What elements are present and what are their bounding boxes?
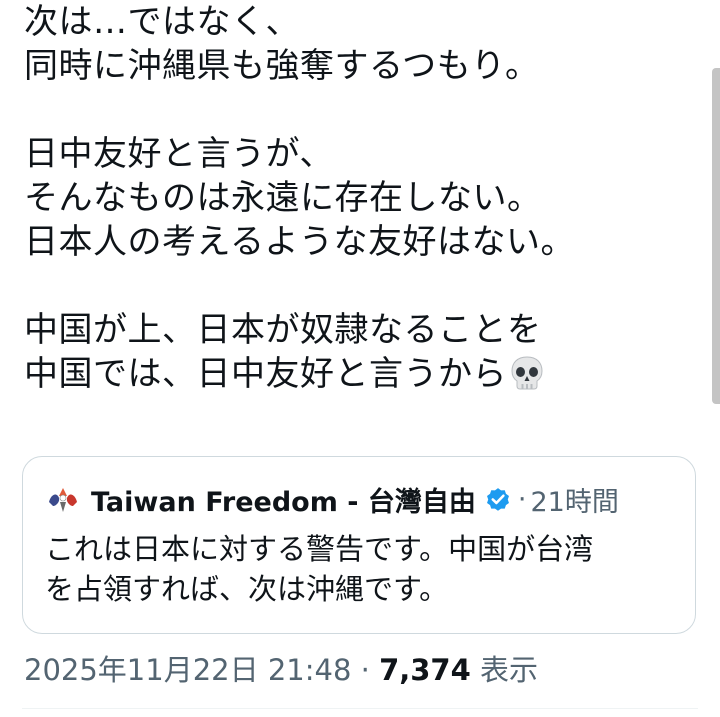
quoted-time-ago[interactable]: 21時間 xyxy=(530,480,618,519)
divider xyxy=(22,708,698,709)
views-label: 表示 xyxy=(480,653,539,687)
taiwan-flag-avatar-icon[interactable] xyxy=(45,484,81,514)
quoted-tweet-header: Taiwan Freedom - 台灣自由 · 21時間 xyxy=(45,479,619,519)
tweet-line: 同時に沖縄県も強奪するつもり。 xyxy=(24,46,540,86)
quoted-tweet-card[interactable]: Taiwan Freedom - 台灣自由 · 21時間 これは日本に対する警告… xyxy=(22,456,696,634)
skull-icon xyxy=(511,356,543,390)
meta-separator: · xyxy=(360,653,370,687)
tweet-text: 次は…ではなく、 同時に沖縄県も強奪するつもり。 日中友好と言うが、 そんなもの… xyxy=(24,0,694,396)
tweet-timestamp[interactable]: 2025年11月22日 21:48 xyxy=(24,653,351,687)
tweet-line: 日中友好と言うが、 xyxy=(24,134,334,174)
tweet-line-text: 中国では、日中友好と言うから xyxy=(24,354,507,394)
scrollbar[interactable] xyxy=(712,68,720,404)
tweet-line: 日本人の考えるような友好はない。 xyxy=(24,222,575,262)
quoted-text-line: これは日本に対する警告です。中国が台湾 xyxy=(45,532,594,566)
tweet-line: 中国が上、日本が奴隷なることを xyxy=(24,310,542,350)
quoted-tweet-text: これは日本に対する警告です。中国が台湾 を占領すれば、次は沖縄です。 xyxy=(45,529,685,609)
tweet-meta-row: 2025年11月22日 21:48 · 7,374 表示 xyxy=(24,648,538,692)
tweet-line-last: 中国では、日中友好と言うから xyxy=(24,352,694,396)
views-count: 7,374 xyxy=(379,653,471,687)
tweet-line: そんなものは永遠に存在しない。 xyxy=(24,178,542,218)
tweet-line: 次は…ではなく、 xyxy=(24,2,300,42)
quoted-separator: · xyxy=(517,483,527,515)
quoted-author-name[interactable]: Taiwan Freedom - 台灣自由 xyxy=(91,480,476,519)
quoted-text-line: を占領すれば、次は沖縄です。 xyxy=(45,572,449,606)
verified-badge-icon xyxy=(486,488,509,511)
